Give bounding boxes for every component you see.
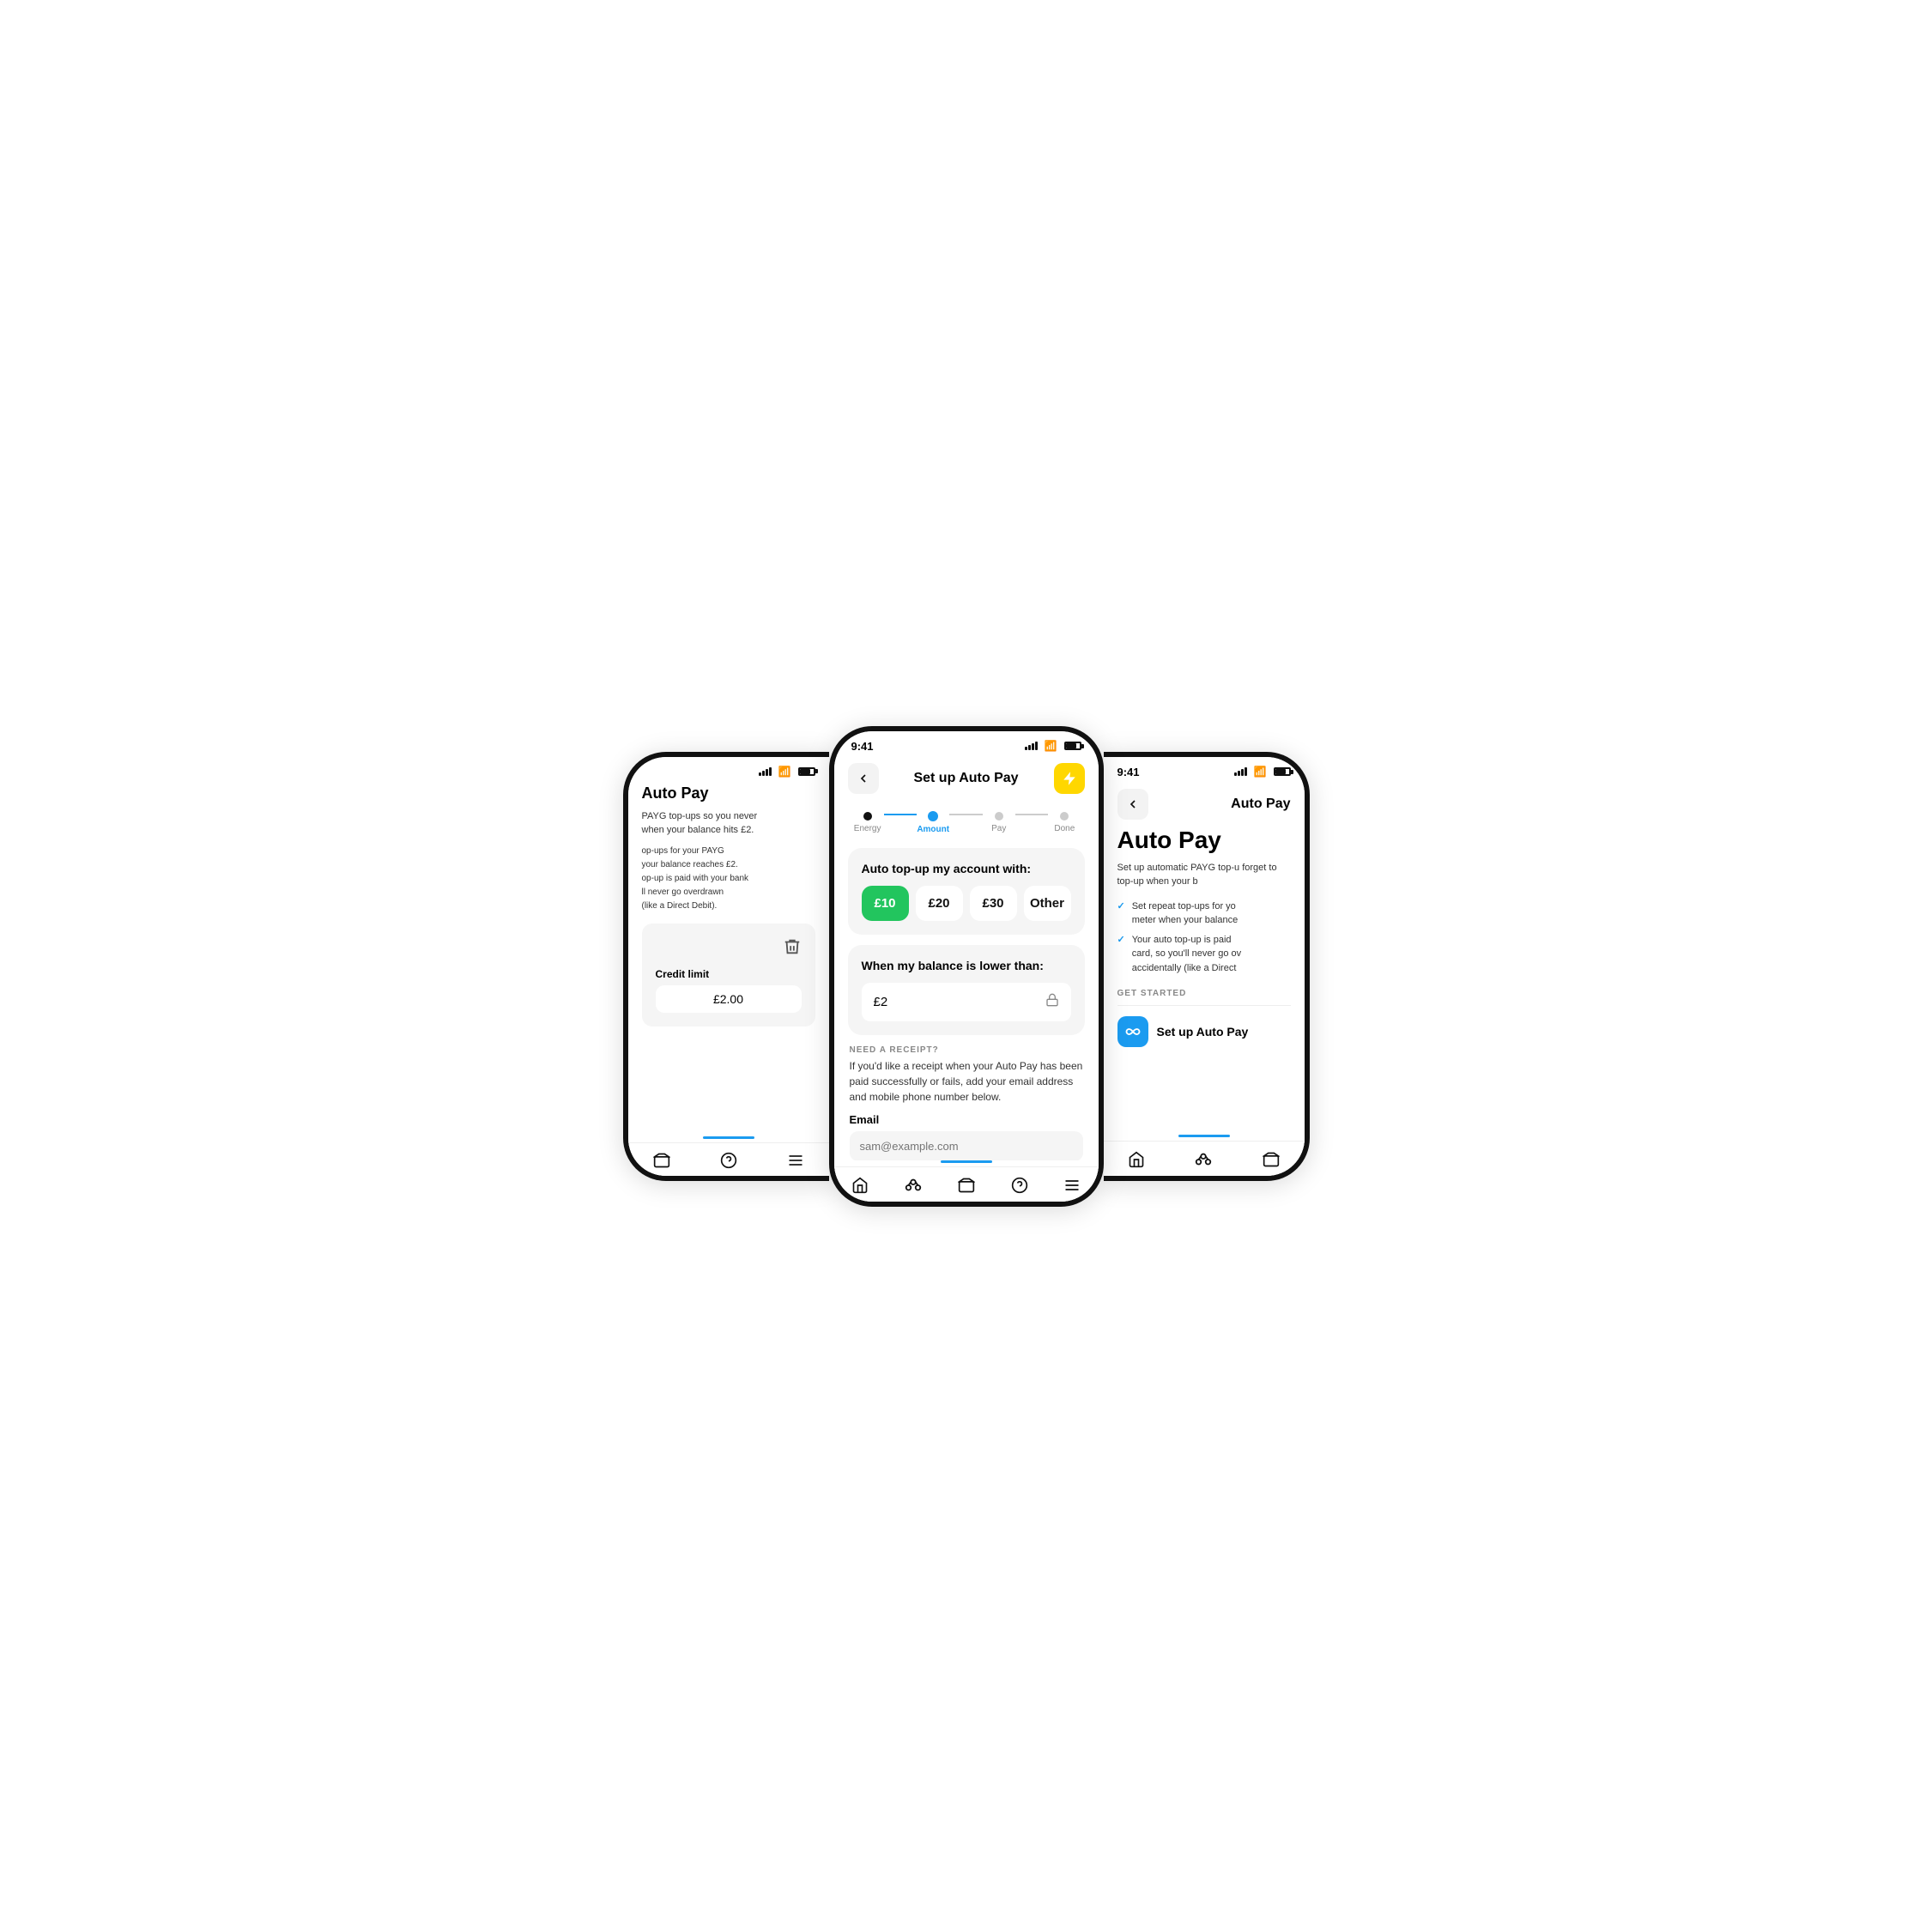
step-line-2 xyxy=(949,814,982,815)
center-back-button[interactable] xyxy=(848,763,879,794)
balance-input-row: £2 xyxy=(862,983,1071,1021)
left-list3: op-up is paid with your bank xyxy=(642,872,815,886)
left-list5: (like a Direct Debit). xyxy=(642,899,815,913)
center-content: Auto top-up my account with: £10 £20 £30… xyxy=(834,841,1099,1160)
left-list4: ll never go overdrawn xyxy=(642,886,815,899)
get-started-label: GET STARTED xyxy=(1117,989,1291,998)
check-item-1: ✓ Set repeat top-ups for yo meter when y… xyxy=(1117,899,1291,928)
center-nav-title: Set up Auto Pay xyxy=(913,771,1018,786)
amount-options: £10 £20 £30 Other xyxy=(862,886,1071,921)
right-desc: Set up automatic PAYG top-u forget to to… xyxy=(1117,861,1291,889)
amount-other[interactable]: Other xyxy=(1024,886,1071,921)
balance-value: £2 xyxy=(874,995,888,1009)
lock-icon xyxy=(1045,993,1059,1011)
check-list: ✓ Set repeat top-ups for yo meter when y… xyxy=(1117,899,1291,976)
checkmark-2: ✓ xyxy=(1117,933,1125,976)
topup-title: Auto top-up my account with: xyxy=(862,862,1071,875)
right-nav-activity[interactable] xyxy=(1194,1150,1213,1169)
check-text-2: Your auto top-up is paid card, so you'll… xyxy=(1132,933,1241,976)
right-nav-payment[interactable] xyxy=(1263,1151,1280,1168)
balance-title: When my balance is lower than: xyxy=(862,959,1071,972)
checkmark-1: ✓ xyxy=(1117,899,1125,928)
amount-20[interactable]: £20 xyxy=(916,886,963,921)
right-bottom-nav xyxy=(1104,1141,1305,1176)
right-time: 9:41 xyxy=(1117,766,1140,778)
receipt-label: NEED A RECEIPT? xyxy=(850,1045,1083,1055)
trash-icon[interactable] xyxy=(783,937,802,961)
amount-10[interactable]: £10 xyxy=(862,886,909,921)
setup-btn-label: Set up Auto Pay xyxy=(1157,1025,1249,1039)
center-time: 9:41 xyxy=(851,740,874,753)
credit-limit-label: Credit limit xyxy=(656,968,802,980)
left-bottom-nav xyxy=(628,1142,829,1176)
left-list1: op-ups for your PAYG xyxy=(642,845,815,858)
center-nav-help[interactable] xyxy=(1011,1177,1028,1194)
step-line-3 xyxy=(1015,814,1048,815)
step-energy-label: Energy xyxy=(854,824,881,833)
step-pay-label: Pay xyxy=(991,824,1006,833)
step-amount: Amount xyxy=(917,811,949,834)
step-pay: Pay xyxy=(983,812,1015,833)
amount-30[interactable]: £30 xyxy=(970,886,1017,921)
credit-value: £2.00 xyxy=(656,985,802,1013)
progress-bar: Energy Amount Pay Done xyxy=(834,801,1099,841)
step-energy: Energy xyxy=(851,812,884,833)
right-back-button[interactable] xyxy=(1117,789,1148,820)
left-desc2: when your balance hits £2. xyxy=(642,823,815,838)
check-text-1: Set repeat top-ups for yo meter when you… xyxy=(1132,899,1239,928)
step-done-label: Done xyxy=(1054,824,1075,833)
right-phone: 9:41 📶 xyxy=(1104,752,1310,1181)
setup-autopay-button[interactable]: Set up Auto Pay xyxy=(1117,1016,1291,1047)
lightning-button[interactable] xyxy=(1054,763,1085,794)
left-phone: 📶 Auto Pay PAYG top-ups so you never whe… xyxy=(623,752,829,1181)
step-done: Done xyxy=(1048,812,1081,833)
left-page-title: Auto Pay xyxy=(642,784,709,802)
receipt-desc: If you'd like a receipt when your Auto P… xyxy=(850,1058,1083,1105)
step-amount-label: Amount xyxy=(917,825,949,834)
right-nav-title: Auto Pay xyxy=(1231,796,1290,812)
step-line-1 xyxy=(884,814,917,815)
left-list2: your balance reaches £2. xyxy=(642,858,815,872)
center-bottom-nav xyxy=(834,1166,1099,1202)
center-nav-activity[interactable] xyxy=(904,1176,923,1195)
left-nav-help[interactable] xyxy=(720,1152,737,1169)
left-nav-menu[interactable] xyxy=(787,1152,804,1169)
email-label: Email xyxy=(850,1113,1083,1126)
right-big-title: Auto Pay xyxy=(1117,827,1291,854)
right-nav-home[interactable] xyxy=(1128,1151,1145,1168)
center-nav-menu[interactable] xyxy=(1063,1177,1081,1194)
right-content: Auto Pay Set up automatic PAYG top-u for… xyxy=(1104,827,1305,1135)
left-desc1: PAYG top-ups so you never xyxy=(642,809,815,824)
center-nav-payment[interactable] xyxy=(958,1177,975,1194)
left-nav-payment[interactable] xyxy=(653,1152,670,1169)
email-input[interactable] xyxy=(850,1131,1083,1160)
topup-card: Auto top-up my account with: £10 £20 £30… xyxy=(848,848,1085,935)
left-content: PAYG top-ups so you never when your bala… xyxy=(628,809,829,1136)
credit-card: Credit limit £2.00 xyxy=(642,924,815,1027)
balance-card: When my balance is lower than: £2 xyxy=(848,945,1085,1035)
center-phone: 9:41 📶 xyxy=(829,726,1104,1207)
infinity-icon xyxy=(1117,1016,1148,1047)
check-item-2: ✓ Your auto top-up is paid card, so you'… xyxy=(1117,933,1291,976)
receipt-section: NEED A RECEIPT? If you'd like a receipt … xyxy=(848,1045,1085,1160)
center-nav-home[interactable] xyxy=(851,1177,869,1194)
